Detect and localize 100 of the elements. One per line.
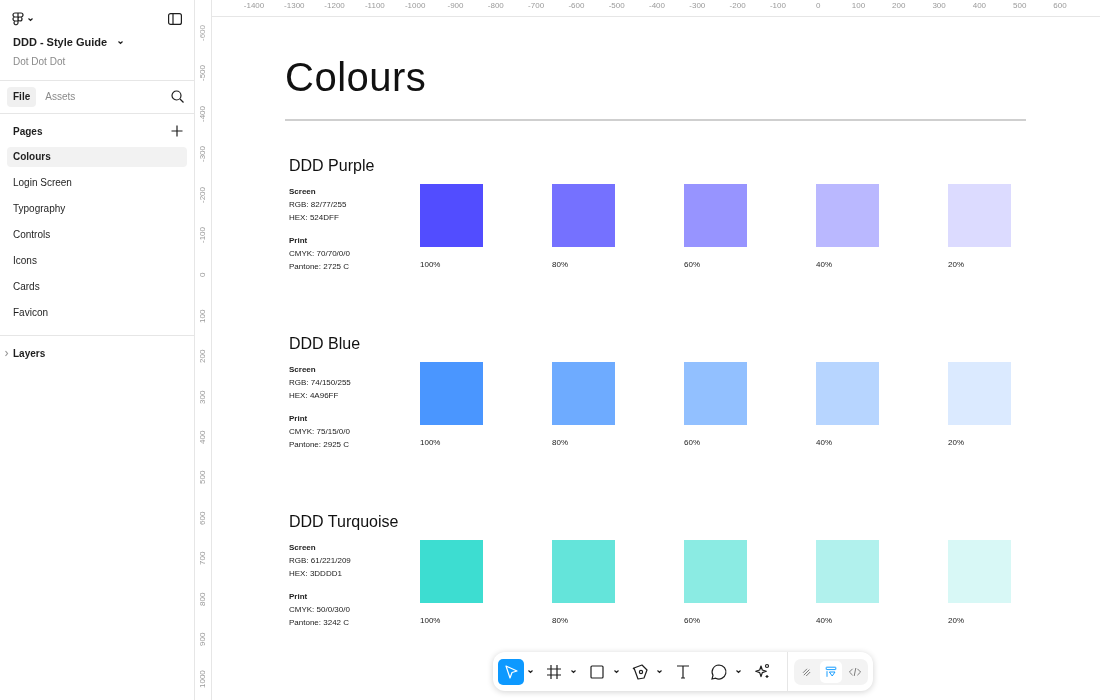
section-heading: DDD Turquoise [289, 512, 400, 532]
spec-text: Pantone: 2725 C [289, 261, 351, 273]
caret-icon[interactable] [27, 16, 34, 22]
spec-text: HEX: 524DFF [289, 212, 340, 224]
ruler-label: 1000 [198, 669, 208, 691]
ruler-label: -500 [607, 1, 626, 11]
page-item[interactable]: Icons [7, 250, 187, 271]
ruler-label: -1000 [403, 1, 427, 11]
caret-icon[interactable] [734, 668, 743, 675]
page-item[interactable]: Controls [7, 224, 187, 245]
pages-heading: Pages [13, 124, 43, 139]
ruler-label: -1100 [363, 1, 386, 11]
ruler-label: 100 [198, 308, 208, 325]
ruler-label: -1400 [242, 1, 266, 11]
section-heading: DDD Purple [289, 156, 376, 176]
percent-label: 40% [816, 615, 832, 627]
caret-icon[interactable] [117, 39, 125, 45]
ruler-label: -1300 [283, 1, 306, 11]
percent-label: 60% [684, 437, 700, 449]
spec-text: HEX: 4A96FF [289, 390, 340, 402]
percent-label: 60% [684, 615, 700, 627]
spec-text: CMYK: 75/15/0/0 [289, 426, 351, 438]
ruler-label: -400 [198, 104, 208, 124]
search-icon[interactable] [171, 90, 184, 103]
percent-label: 80% [552, 259, 568, 271]
spec-label: Screen [289, 542, 317, 554]
page-item[interactable]: Favicon [7, 302, 187, 323]
ruler-label: 600 [1052, 1, 1068, 11]
ruler-label: 600 [198, 510, 208, 527]
chevron-icon[interactable] [4, 349, 9, 357]
panel-tab[interactable]: Assets [39, 86, 82, 107]
page-item[interactable]: Login Screen [7, 172, 187, 193]
percent-label: 100% [420, 437, 441, 449]
percent-label: 60% [684, 259, 700, 271]
spec-label: Screen [289, 364, 317, 376]
ruler-label: 800 [198, 590, 208, 608]
spec-text: Pantone: 3242 C [289, 617, 351, 629]
spec-text: CMYK: 50/0/30/0 [289, 604, 351, 616]
panel-toggle-icon[interactable] [168, 13, 182, 25]
page-item[interactable]: Typography [7, 198, 187, 219]
ruler-label: -100 [198, 226, 208, 245]
speech-bubble-icon [709, 661, 729, 682]
plus-icon[interactable] [171, 125, 183, 137]
spec-label: Print [289, 235, 309, 247]
spec-label: Screen [289, 186, 317, 198]
ruler-label: 0 [814, 1, 822, 11]
caret-icon[interactable] [612, 668, 621, 675]
ruler-label: -600 [567, 1, 586, 11]
percent-label: 20% [948, 259, 964, 271]
ruler-label: -1200 [323, 1, 346, 11]
section-heading: DDD Blue [289, 334, 362, 354]
page-item[interactable]: Cards [7, 276, 187, 297]
file-title[interactable]: DDD - Style Guide [13, 34, 108, 51]
percent-label: 100% [420, 615, 441, 627]
ruler-label: 500 [198, 469, 208, 487]
spec-text: RGB: 61/221/209 [289, 555, 352, 567]
percent-label: 40% [816, 437, 832, 449]
ruler-label: 100 [850, 1, 867, 11]
percent-label: 20% [948, 437, 964, 449]
page-item[interactable]: Colours [7, 146, 187, 167]
spec-label: Print [289, 591, 309, 603]
ruler-label: -600 [198, 24, 208, 43]
percent-label: 80% [552, 615, 568, 627]
ruler-label: -800 [486, 1, 505, 11]
ruler-label: 200 [198, 348, 208, 365]
ruler-label: -300 [198, 145, 208, 165]
ruler-label: 700 [198, 550, 208, 567]
ruler-label: -100 [768, 1, 787, 11]
pen-nib-icon [630, 661, 650, 682]
spec-text: RGB: 74/150/255 [289, 377, 352, 389]
caret-icon[interactable] [655, 668, 664, 675]
ruler-label: 400 [198, 429, 208, 446]
ruler-label: 200 [891, 1, 907, 11]
ruler-label: 400 [971, 1, 988, 11]
ruler-label: 900 [198, 631, 208, 648]
panel-tab[interactable]: File [7, 86, 37, 107]
spec-text: HEX: 3DDDD1 [289, 568, 343, 580]
ruler-label: 0 [198, 271, 208, 280]
layers-heading[interactable]: Layers [13, 345, 46, 361]
percent-label: 100% [420, 259, 441, 271]
ruler-label: 300 [931, 1, 947, 11]
ruler-label: 300 [198, 388, 208, 406]
ruler-label: -500 [198, 64, 208, 84]
mode-button[interactable] [820, 660, 842, 683]
page-title: Colours [285, 55, 428, 99]
ruler-label: 500 [1012, 1, 1028, 11]
caret-icon[interactable] [569, 668, 578, 675]
percent-label: 20% [948, 615, 964, 627]
percent-label: 40% [816, 259, 832, 271]
ruler-label: -300 [688, 1, 707, 11]
ruler-label: -200 [728, 1, 747, 11]
ruler-label: -700 [527, 1, 546, 11]
team-name: Dot Dot Dot [12, 54, 67, 69]
spec-label: Print [289, 413, 309, 425]
spec-text: RGB: 82/77/255 [289, 199, 348, 211]
logo-icon[interactable] [12, 12, 24, 26]
ruler-label: -400 [648, 1, 666, 11]
ruler-label: -200 [198, 185, 208, 205]
percent-label: 80% [552, 437, 568, 449]
caret-icon[interactable] [526, 668, 535, 675]
